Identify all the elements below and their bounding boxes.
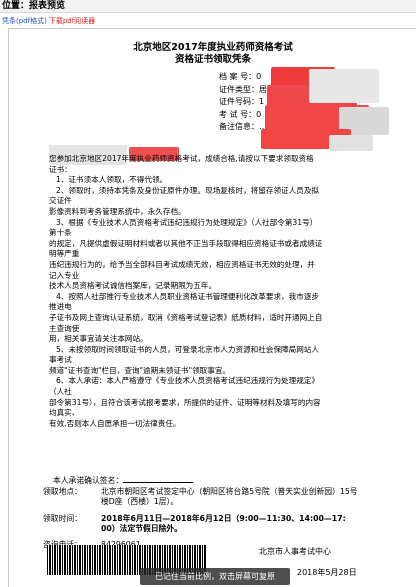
paragraph: 4、按照人社部推行专业技术人员职业资格证书管理便利化改革要求，我市逐步 [56, 291, 320, 301]
zoom-hint-toast: 已记住当前比例，双击屏幕可复原 [140, 568, 290, 585]
info-value: 0 [256, 72, 262, 81]
paragraph: 记入专业 [49, 270, 80, 280]
paragraph: 事考试 [49, 355, 72, 365]
info-label: 档 案 号： [219, 72, 257, 81]
paragraph: 子证书及网上查询认证系统，取消《资格考试登记表》纸质材料，适时开通网上自 [49, 312, 323, 322]
paragraph: 部令第31号），且符合该考试报考要求，所提供的证件、证明等材料及填写的内容 [49, 397, 321, 407]
paragraph: 交证件 [49, 196, 72, 206]
paragraph: 用，相关事宜请关注本网站。 [49, 334, 148, 344]
paragraph: 证书： [49, 164, 72, 174]
paragraph: 有效,否则本人自愿承担一切法律责任。 [49, 418, 181, 428]
info-label: 证件号码： [219, 97, 259, 107]
time-value: 00）法定节假日除外。 [101, 524, 183, 534]
paragraph: 均真实、 [49, 408, 80, 418]
paragraph: （人社 [49, 387, 72, 397]
paragraph: 的规定，凡提供虚假证明材料或者以其他不正当手段取得相应资格证书或者成绩证 [49, 238, 323, 248]
paragraph: 1、证书须本人领取，不得代领。 [56, 175, 168, 185]
paragraph: 频道"证书查询"栏目，查询"逾期未领证书"领取事宜。 [49, 365, 231, 375]
time-line: 领取时间： 2018年6月11日—2018年6月12日（9:00—11:30、14… [43, 514, 413, 525]
info-label: 证件类型： [219, 84, 259, 94]
paragraph: 主查询使 [49, 323, 80, 333]
issuer-name: 北京市人事考试中心 [259, 547, 331, 556]
signature-label: 本人承诺确认签名： [53, 476, 124, 485]
location-value: 楼D座（西楼）1层）。 [101, 497, 179, 507]
time-line-2: 00）法定节假日除外。 [43, 524, 413, 535]
redaction-mark [329, 135, 373, 151]
paragraph: 推进电 [49, 302, 72, 312]
info-value: 居 [259, 84, 267, 94]
instructions-text: 您参加北京地区2017年度执业药师资格考试，成绩合格,请按以下要求领取资格 证书… [49, 154, 404, 429]
info-value: 1 [259, 97, 265, 107]
doc-title-line1: 北京地区2017年度执业药师资格考试 [133, 42, 293, 53]
paragraph: 5、未按领取时间领取证书的人员，可登录北京市人力资源和社会保障局网站人 [56, 344, 320, 354]
collection-details: 本人承诺确认签名： 领取地点： 北京市朝阳区考试签定中心（朝阳区将台路5号院（普天… [43, 474, 413, 551]
time-value: 2018年6月11日—2018年6月12日（9:00—11:30、14:00—1… [101, 513, 346, 523]
download-links: 凭条(pdf格式) 下载pdf阅读器 [2, 17, 95, 26]
redaction-mark [309, 69, 379, 103]
location-line: 领取地点： 北京市朝阳区考试签定中心（朝阳区将台路5号院（普天实业创新园）15号 [43, 487, 413, 498]
candidate-info: 档 案 号：0 证件类型：居 证件号码：1 考 试 号：0 备注信息：… [219, 71, 267, 134]
paragraph: 第十条 [49, 228, 72, 238]
info-row-id-type: 证件类型：居 [219, 84, 267, 97]
signature-underline [123, 474, 194, 483]
location-line-2: 楼D座（西楼）1层）。 [43, 497, 413, 508]
info-row-id-number: 证件号码：1 [219, 96, 267, 109]
print-pdf-link[interactable]: 凭条(pdf格式) [2, 17, 47, 25]
paragraph: 明等严重 [49, 249, 80, 259]
issue-date: 2018年5月28日 [297, 568, 357, 577]
paragraph: 技术人员资格考试诚信档案库，记录期限为五年。 [49, 281, 217, 291]
certificate-receipt-document: 北京地区2017年度执业药师资格考试 资格证书领取凭条 档 案 号：0 证件类型… [8, 28, 416, 587]
info-value: 0 [256, 109, 262, 119]
info-row-exam-number: 考 试 号：0 [219, 109, 267, 122]
report-location-bar: 位置：报表预览 [0, 0, 416, 13]
info-row-remarks: 备注信息：… [219, 121, 267, 134]
info-label: 考 试 号： [219, 109, 257, 119]
signature-line: 本人承诺确认签名： [43, 474, 413, 487]
download-pdf-reader-link[interactable]: 下载pdf阅读器 [49, 17, 95, 25]
doc-title-line2: 资格证书领取凭条 [174, 54, 251, 65]
page-title: 位置：报表预览 [2, 1, 66, 11]
paragraph: 违纪违规行为的，给予当全部科目考试成绩无效，相应资格证书无效的处理，并 [49, 259, 315, 269]
paragraph: 2、领取时，须持本凭条及身份证原件办理。现场复核时，将留存领证人员及拟 [56, 185, 320, 195]
info-label: 备注信息： [219, 122, 259, 132]
time-label: 领取时间： [43, 513, 82, 523]
location-value: 北京市朝阳区考试签定中心（朝阳区将台路5号院（普天实业创新园）15号 [101, 486, 358, 496]
paragraph: 影像资料到考务管理系统中，永久存档。 [49, 206, 186, 216]
location-label: 领取地点： [43, 486, 82, 496]
info-row-archive: 档 案 号：0 [219, 71, 267, 84]
paragraph: 您参加北京地区2017年度执业药师资格考试，成绩合格,请按以下要求领取资格 [49, 154, 314, 163]
paragraph: 3、根据《专业技术人员资格考试违纪违规行为处理规定》（人社部令第31号） [56, 217, 318, 227]
paragraph: 6、本人承诺：本人严格遵守《专业技术人员资格考试违纪违规行为处理规定》 [56, 376, 320, 386]
